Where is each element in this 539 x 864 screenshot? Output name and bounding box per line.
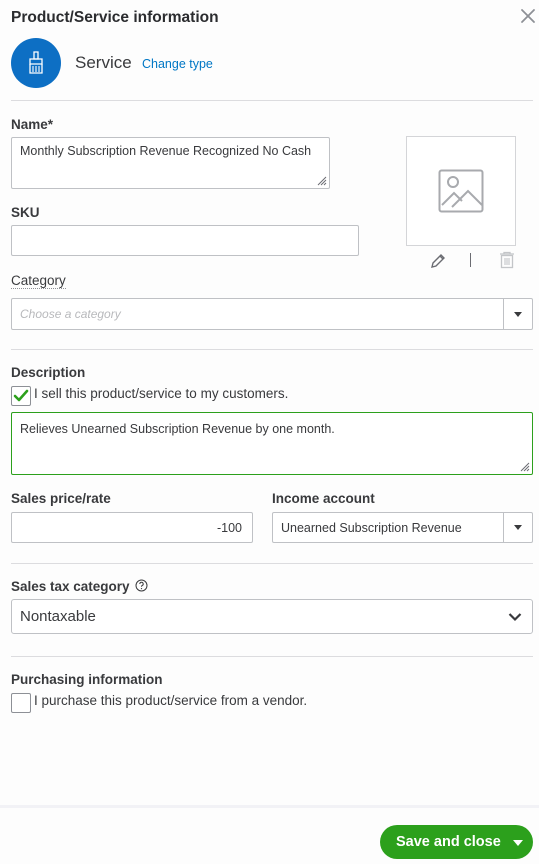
sales-description-field[interactable]: Relieves Unearned Subscription Revenue b… <box>11 412 533 475</box>
item-type-label: Service <box>75 53 132 72</box>
footer-divider <box>0 805 539 808</box>
separator <box>470 253 471 267</box>
resize-handle-icon[interactable] <box>520 462 530 472</box>
purchase-checkbox[interactable] <box>11 693 31 713</box>
edit-image-button[interactable] <box>429 252 447 275</box>
description-label: Description <box>11 365 86 380</box>
sell-checkbox[interactable] <box>11 386 31 406</box>
divider <box>11 100 533 101</box>
divider <box>11 656 533 657</box>
sales-tax-label: Sales tax category <box>11 579 148 594</box>
checkmark-icon <box>13 389 29 402</box>
chevron-down-icon[interactable] <box>508 612 522 622</box>
help-icon[interactable] <box>135 579 148 592</box>
save-options-caret-icon[interactable] <box>513 840 523 846</box>
sales-price-label: Sales price/rate <box>11 491 111 506</box>
income-account-dropdown-button[interactable] <box>503 513 532 542</box>
sales-description-value: Relieves Unearned Subscription Revenue b… <box>20 422 335 436</box>
change-type-link[interactable]: Change type <box>142 57 213 71</box>
sku-input[interactable] <box>11 225 359 256</box>
save-and-close-button[interactable]: Save and close <box>380 825 533 859</box>
income-account-value: Unearned Subscription Revenue <box>281 521 462 535</box>
sales-tax-label-text: Sales tax category <box>11 579 130 594</box>
close-icon <box>521 9 535 23</box>
name-label: Name* <box>11 117 54 132</box>
save-and-close-label: Save and close <box>396 834 501 850</box>
purchasing-label: Purchasing information <box>11 672 163 687</box>
sell-checkbox-label: I sell this product/service to my custom… <box>34 386 289 401</box>
close-button[interactable] <box>518 6 538 26</box>
sales-price-input[interactable]: -100 <box>11 512 253 543</box>
sku-label: SKU <box>11 205 40 220</box>
sales-tax-select[interactable]: Nontaxable <box>11 599 533 634</box>
divider <box>11 349 533 350</box>
caret-down-icon <box>514 525 522 530</box>
image-placeholder-icon <box>438 169 484 213</box>
paintbrush-icon <box>29 51 43 74</box>
category-dropdown-button[interactable] <box>503 299 532 329</box>
category-label: Category <box>11 273 66 289</box>
name-value: Monthly Subscription Revenue Recognized … <box>20 144 312 158</box>
income-account-select[interactable]: Unearned Subscription Revenue <box>272 512 533 543</box>
service-type-badge <box>11 38 61 88</box>
pencil-icon <box>431 254 445 268</box>
purchase-checkbox-label: I purchase this product/service from a v… <box>34 693 308 708</box>
panel-title: Product/Service information <box>11 9 219 26</box>
image-upload-area[interactable] <box>406 136 516 246</box>
category-select[interactable]: Choose a category <box>11 298 533 330</box>
name-field[interactable]: Monthly Subscription Revenue Recognized … <box>11 137 330 189</box>
trash-icon <box>500 251 514 269</box>
delete-image-button[interactable] <box>498 251 516 274</box>
divider <box>11 563 533 564</box>
category-placeholder: Choose a category <box>20 307 121 321</box>
caret-down-icon <box>514 311 522 317</box>
sales-tax-value: Nontaxable <box>20 608 96 625</box>
resize-handle-icon[interactable] <box>317 176 327 186</box>
income-account-label: Income account <box>272 491 375 506</box>
